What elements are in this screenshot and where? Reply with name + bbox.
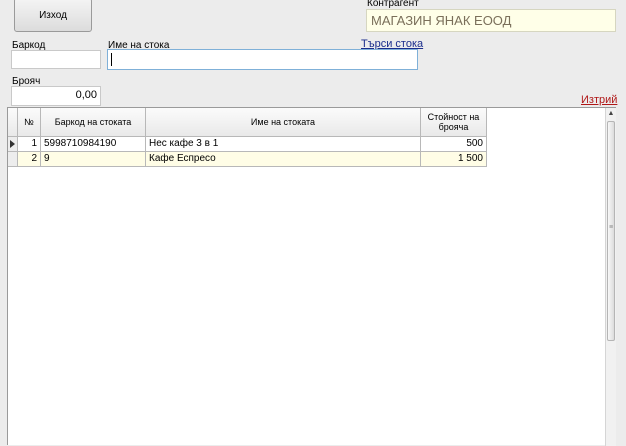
row-selector[interactable] [8, 137, 18, 152]
scroll-up-arrow-icon[interactable]: ▲ [606, 108, 616, 120]
cell-name[interactable]: Кафе Еспресо [146, 152, 421, 167]
cell-name[interactable]: Нес кафе 3 в 1 [146, 137, 421, 152]
cell-value[interactable]: 500 [421, 137, 487, 152]
scroll-grip-icon: ≡ [609, 224, 614, 231]
barcode-input[interactable] [11, 50, 101, 69]
cell-no[interactable]: 2 [18, 152, 41, 167]
cell-barcode[interactable]: 5998710984190 [41, 137, 146, 152]
delete-link[interactable]: Изтрий [581, 94, 617, 106]
current-row-arrow-icon [10, 140, 15, 148]
cell-no[interactable]: 1 [18, 137, 41, 152]
column-header-no[interactable]: № [18, 108, 41, 137]
column-header-name[interactable]: Име на стоката [146, 108, 421, 137]
exit-button[interactable]: Изход [14, 0, 92, 32]
vertical-scrollbar[interactable]: ▲ ≡ [605, 108, 616, 446]
exit-button-label: Изход [39, 9, 67, 21]
cell-barcode[interactable]: 9 [41, 152, 146, 167]
text-caret [111, 53, 112, 66]
row-selector[interactable] [8, 152, 18, 167]
contragent-label: Контрагент [367, 0, 419, 9]
scrollbar-thumb[interactable]: ≡ [607, 121, 615, 341]
contragent-field[interactable]: МАГАЗИН ЯНАК ЕООД [366, 9, 616, 32]
items-grid[interactable]: № Баркод на стоката Име на стоката Стойн… [7, 107, 616, 446]
cell-value[interactable]: 1 500 [421, 152, 487, 167]
column-header-barcode[interactable]: Баркод на стоката [41, 108, 146, 137]
item-name-input[interactable] [107, 49, 418, 70]
column-header-value[interactable]: Стойност на брояча [421, 108, 487, 137]
row-header-corner [8, 108, 18, 137]
counter-input[interactable]: 0,00 [11, 86, 101, 106]
